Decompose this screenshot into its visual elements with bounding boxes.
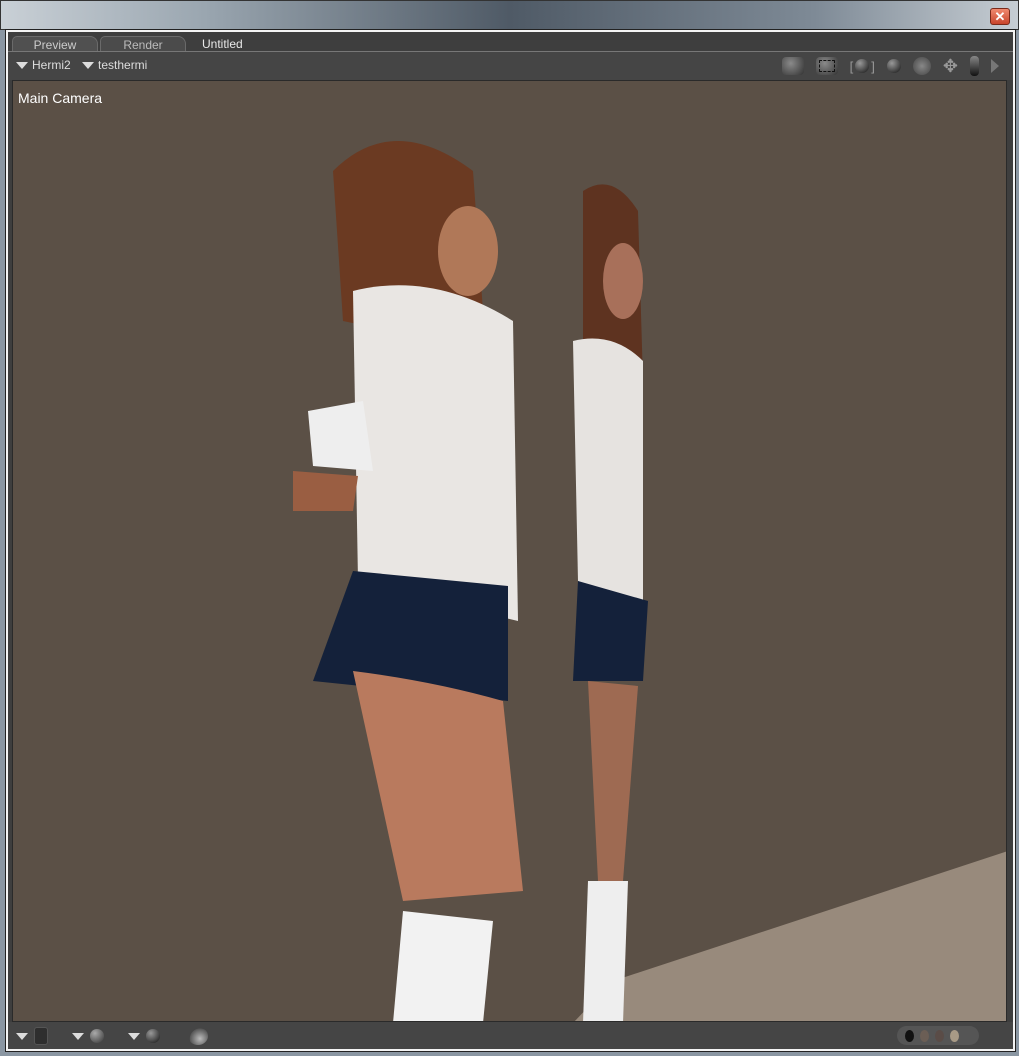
viewport-toolbar: Hermi2 testhermi [] ✥ [8,52,1013,80]
tab-preview[interactable]: Preview [12,36,98,52]
camera-label: Main Camera [18,90,103,106]
actor-dropdown[interactable]: testhermi [82,58,147,72]
color-dot[interactable] [950,1029,959,1042]
background-color-picker [897,1026,979,1045]
document-title: Untitled [202,37,243,51]
figure-back [573,184,648,1021]
window-title-bar[interactable]: ✕ [0,0,1019,30]
main-camera-icon[interactable] [781,57,804,75]
preview-panel: Preview Render Untitled Hermi2 testhermi… [5,29,1016,1052]
bracket-sphere-icon[interactable]: [] [850,59,875,74]
actor-dropdown-label: testhermi [98,58,148,72]
lighting-icon[interactable] [146,1029,160,1043]
color-dot[interactable] [905,1029,914,1042]
bottom-toolbar [8,1022,1013,1049]
chevron-down-icon[interactable] [72,1032,84,1040]
display-style-icon[interactable] [34,1027,48,1045]
more-arrow-icon[interactable] [991,59,999,73]
sphere-icon[interactable] [886,59,901,73]
shading-icon[interactable] [90,1029,104,1043]
camera-dolly-icon[interactable] [815,57,838,75]
ground-shadow [574,851,1006,1021]
3d-viewport[interactable]: Main Camera [12,80,1007,1022]
hand-icon[interactable] [970,56,979,76]
color-dot[interactable] [920,1029,929,1042]
figure-front [293,141,523,1021]
multi-sphere-icon[interactable] [188,1027,208,1045]
tab-bar: Preview Render Untitled [12,34,243,52]
chevron-down-icon[interactable] [16,1032,28,1040]
tab-render[interactable]: Render [100,36,186,52]
move-xy-icon[interactable]: ✥ [943,57,958,75]
scene-render [293,141,1006,1021]
figure-dropdown-label: Hermi2 [32,58,71,72]
figure-dropdown[interactable]: Hermi2 [16,58,71,72]
color-dot[interactable] [935,1029,944,1042]
chevron-down-icon [82,61,94,69]
close-button[interactable]: ✕ [990,8,1010,25]
chevron-down-icon[interactable] [128,1032,140,1040]
chevron-down-icon [16,61,28,69]
trackball-icon[interactable] [912,57,931,75]
